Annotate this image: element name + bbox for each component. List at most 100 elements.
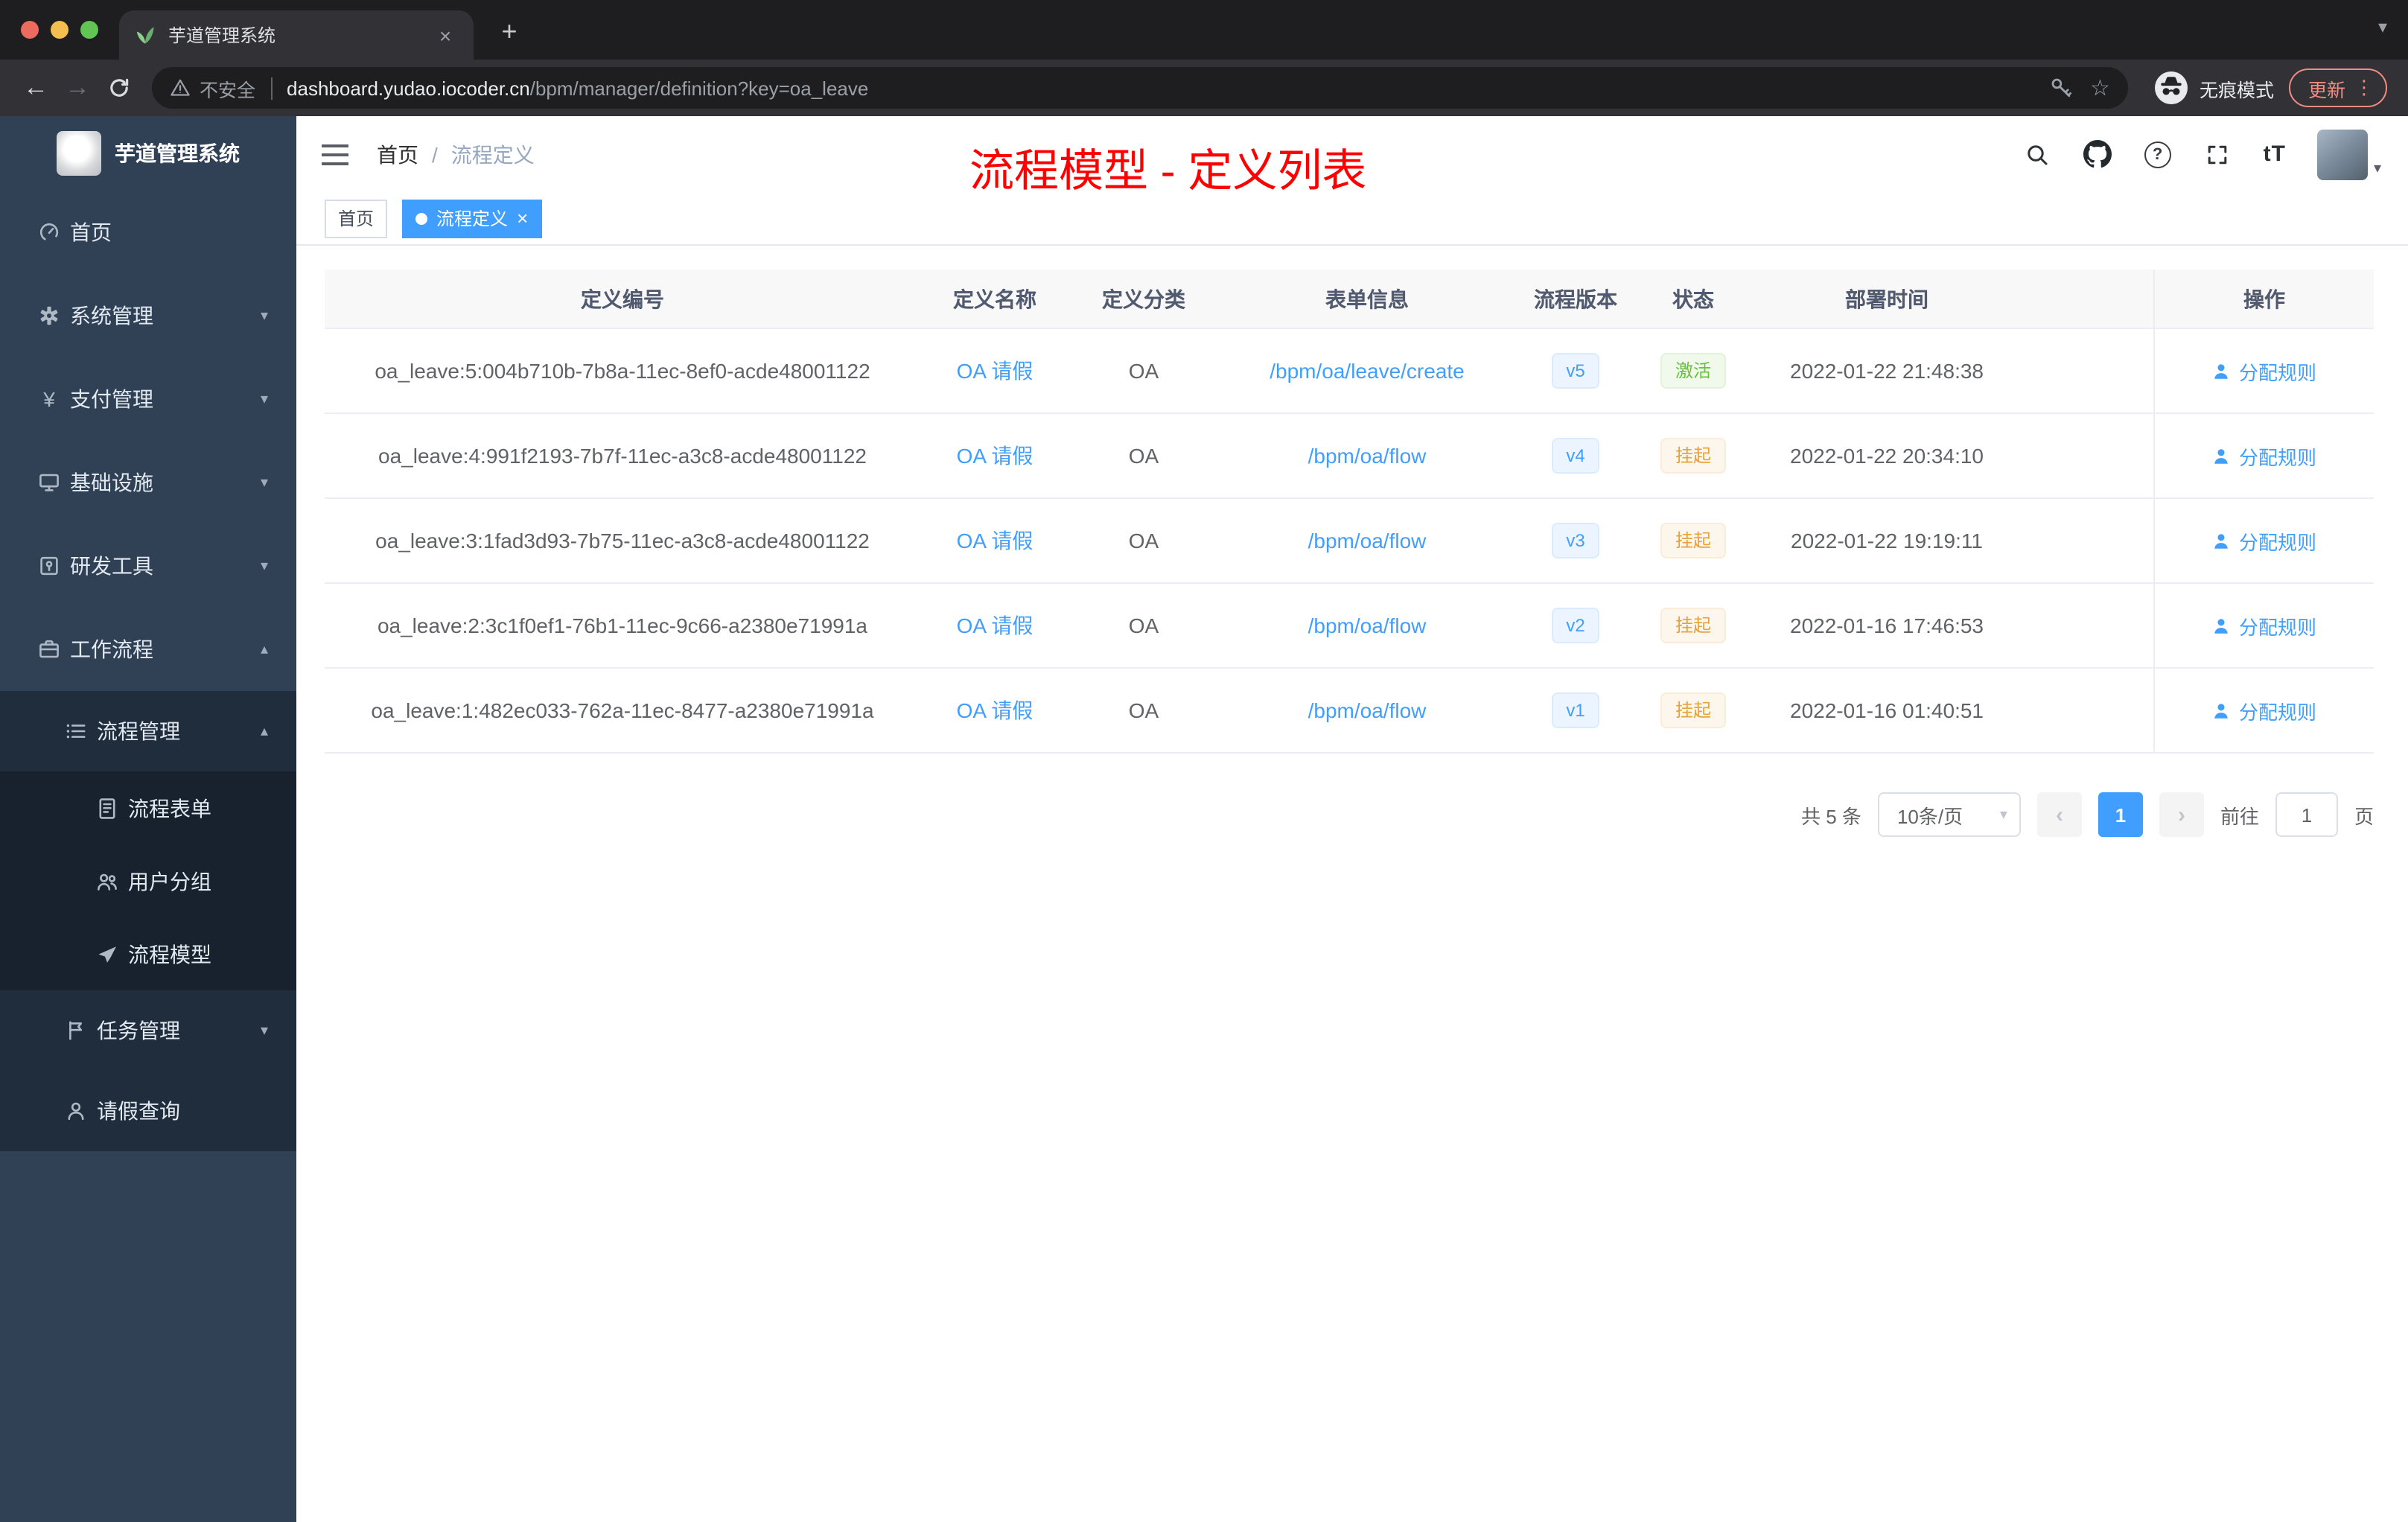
browser-menu-dots-icon[interactable]: ⋮ (2354, 76, 2374, 100)
sidebar-item-process-model[interactable]: 流程模型 (0, 917, 296, 990)
column-header: 部署时间 (1845, 287, 1928, 311)
maximize-window-button[interactable] (80, 21, 98, 39)
sidebar-item-infrastructure[interactable]: 基础设施 ▾ (0, 441, 296, 524)
sidebar-item-home[interactable]: 首页 (0, 191, 296, 274)
help-question-icon[interactable]: ? (2144, 141, 2171, 168)
status-badge: 挂起 (1660, 523, 1726, 558)
sidebar-item-system-management[interactable]: 系统管理 ▾ (0, 274, 296, 357)
cell-filler (2022, 669, 2153, 752)
browser-tab[interactable]: 芋道管理系统 × (119, 10, 474, 60)
breadcrumb-separator: / (432, 142, 438, 166)
close-window-button[interactable] (21, 21, 39, 39)
sidebar-item-payment-management[interactable]: ¥ 支付管理 ▾ (0, 357, 296, 441)
form-info-link[interactable]: /bpm/oa/flow (1308, 444, 1427, 468)
yen-icon: ¥ (43, 387, 55, 411)
sidebar-item-label: 流程管理 (97, 719, 180, 743)
back-button[interactable]: ← (15, 67, 57, 109)
forward-button[interactable]: → (57, 67, 98, 109)
assign-rule-link[interactable]: 分配规则 (2212, 696, 2316, 725)
page-number-button[interactable]: 1 (2098, 792, 2143, 837)
cell-category: OA (1128, 359, 1159, 383)
assign-rule-link[interactable]: 分配规则 (2212, 442, 2316, 470)
prev-page-button[interactable]: ‹ (2036, 792, 2082, 837)
definition-name-link[interactable]: OA 请假 (957, 356, 1033, 386)
sidebar-item-process-form[interactable]: 流程表单 (0, 771, 296, 844)
sidebar-item-user-group[interactable]: 用户分组 (0, 844, 296, 917)
cell-filler (2022, 414, 2153, 497)
bookmark-star-icon[interactable]: ☆ (2090, 74, 2110, 101)
definition-name-link[interactable]: OA 请假 (957, 526, 1033, 555)
user-menu[interactable]: ▾ (2316, 129, 2381, 179)
definition-name-link[interactable]: OA 请假 (957, 695, 1033, 725)
tab-search-chevron-icon[interactable]: ▾ (2378, 16, 2387, 37)
sidebar-item-label: 系统管理 (70, 304, 153, 328)
assign-rule-link[interactable]: 分配规则 (2212, 526, 2316, 555)
person-icon (2215, 703, 2229, 718)
status-badge: 激活 (1660, 353, 1726, 389)
new-tab-button[interactable]: + (491, 15, 527, 51)
tag-close-icon[interactable]: × (517, 208, 528, 228)
browser-update-button[interactable]: 更新 ⋮ (2288, 69, 2387, 107)
assign-rule-link[interactable]: 分配规则 (2212, 357, 2316, 385)
definition-table: 定义编号 定义名称 定义分类 表单信息 流程版本 状态 部署时间 操作 oa_l… (325, 270, 2374, 754)
definition-name-link[interactable]: OA 请假 (957, 441, 1033, 471)
fullscreen-icon[interactable] (2202, 139, 2232, 169)
address-bar[interactable]: 不安全 dashboard.yudao.iocoder.cn/bpm/manag… (152, 67, 2128, 109)
cell-definition-id: oa_leave:4:991f2193-7b7f-11ec-a3c8-acde4… (378, 444, 867, 468)
sidebar-item-workflow[interactable]: 工作流程 ▴ (0, 608, 296, 691)
goto-page-input[interactable] (2275, 792, 2338, 837)
app-title: 芋道管理系统 (115, 141, 240, 165)
incognito-icon (2154, 71, 2188, 104)
form-info-link[interactable]: /bpm/oa/leave/create (1270, 359, 1465, 383)
definition-name-link[interactable]: OA 请假 (957, 611, 1033, 640)
tag-home[interactable]: 首页 (325, 199, 388, 238)
monitor-icon (37, 471, 61, 494)
tag-label: 流程定义 (436, 208, 509, 229)
incognito-indicator: 无痕模式 (2154, 71, 2274, 104)
tag-process-definition[interactable]: 流程定义 × (402, 199, 542, 238)
sidebar-item-dev-tools[interactable]: 研发工具 ▾ (0, 524, 296, 608)
gear-icon (37, 304, 61, 328)
column-header: 表单信息 (1325, 287, 1409, 311)
person-icon (2215, 533, 2229, 548)
chevron-down-icon: ▾ (260, 474, 268, 491)
sidebar-item-task-management[interactable]: 任务管理 ▾ (0, 990, 296, 1071)
search-icon[interactable] (2022, 139, 2052, 169)
chevron-down-icon: ▾ (260, 308, 268, 324)
sidebar-item-label: 首页 (70, 220, 112, 244)
assign-rule-link[interactable]: 分配规则 (2212, 611, 2316, 640)
status-badge: 挂起 (1660, 438, 1726, 474)
page-annotation-title: 流程模型 - 定义列表 (969, 147, 1367, 197)
page-size-select[interactable]: 10条/页 ▾ (1877, 792, 2021, 837)
status-badge: 挂起 (1660, 692, 1726, 728)
active-tag-dot (415, 212, 428, 224)
cell-deploy-time: 2022-01-16 01:40:51 (1790, 698, 1984, 722)
form-info-link[interactable]: /bpm/oa/flow (1308, 698, 1427, 722)
sidebar-toggle-hamburger-icon[interactable] (320, 139, 350, 169)
cell-definition-id: oa_leave:3:1fad3d93-7b75-11ec-a3c8-acde4… (375, 529, 870, 553)
form-info-link[interactable]: /bpm/oa/flow (1308, 529, 1427, 553)
user-avatar[interactable] (2316, 129, 2368, 179)
next-page-button[interactable]: › (2159, 792, 2204, 837)
sidebar-item-label: 研发工具 (70, 554, 153, 578)
tab-close-icon[interactable]: × (432, 22, 459, 48)
font-size-icon[interactable]: tT (2264, 141, 2286, 167)
list-icon (64, 719, 88, 743)
page-content: 定义编号 定义名称 定义分类 表单信息 流程版本 状态 部署时间 操作 oa_l… (296, 246, 2408, 1522)
github-icon[interactable] (2083, 139, 2113, 169)
version-tag: v4 (1551, 438, 1600, 474)
sidebar-item-process-management[interactable]: 流程管理 ▴ (0, 691, 296, 771)
cell-deploy-time: 2022-01-22 20:34:10 (1790, 444, 1984, 468)
chevron-down-icon: ▾ (260, 1022, 268, 1039)
reload-icon (110, 78, 129, 97)
reload-button[interactable] (98, 67, 140, 109)
sidebar-item-leave-query[interactable]: 请假查询 (0, 1071, 296, 1151)
minimize-window-button[interactable] (51, 21, 69, 39)
breadcrumb-home[interactable]: 首页 (377, 139, 418, 169)
update-label: 更新 (2307, 80, 2345, 101)
url-text: dashboard.yudao.iocoder.cn/bpm/manager/d… (287, 77, 868, 99)
form-info-link[interactable]: /bpm/oa/flow (1308, 614, 1427, 637)
sidebar-item-label: 任务管理 (97, 1019, 180, 1042)
password-key-icon[interactable] (2048, 76, 2072, 100)
goto-suffix: 页 (2354, 805, 2374, 827)
